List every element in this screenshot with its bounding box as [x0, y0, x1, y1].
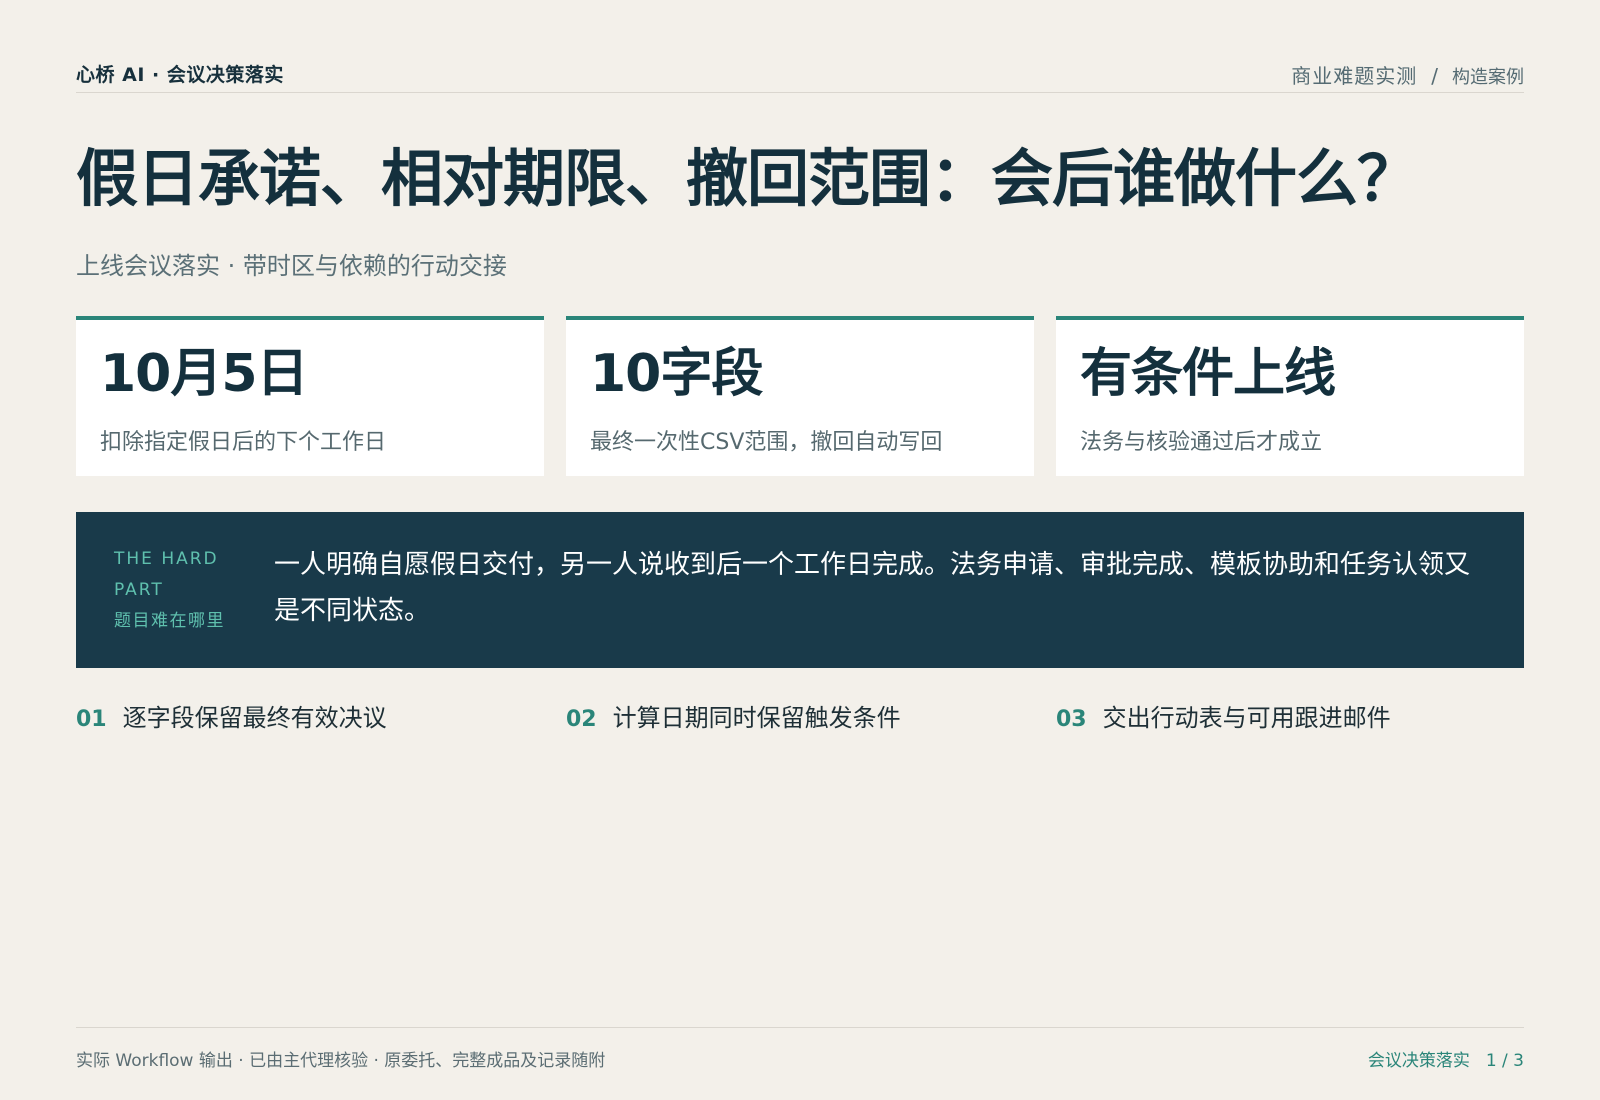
brand-label: 心桥 AI · 会议决策落实: [76, 64, 284, 86]
stat-value: 10字段: [590, 344, 763, 404]
footer-page-info: 会议决策落实 1 / 3: [1368, 1046, 1524, 1071]
hard-part-label: THE HARD PART 题目难在哪里: [114, 544, 242, 637]
step-number: 01: [76, 707, 107, 732]
hard-part-text: 一人明确自愿假日交付，另一人说收到后一个工作日完成。法务申请、审批完成、模板协助…: [274, 550, 1471, 626]
footer: 实际 Workflow 输出 · 已由主代理核验 · 原委托、完整成品及记录随附…: [76, 1027, 1524, 1071]
slide-page: 心桥 AI · 会议决策落实 商业难题实测 / 构造案例 假日承诺、相对期限、撤回范…: [76, 0, 1524, 1100]
breadcrumb-item-case: 构造案例: [1452, 67, 1524, 88]
stat-description: 法务与核验通过后才成立: [1080, 430, 1323, 455]
step-item: 02 计算日期同时保留触发条件: [566, 698, 901, 733]
step-text: 逐字段保留最终有效决议: [122, 704, 387, 732]
step-number: 02: [566, 707, 597, 732]
stat-card-fields: 10字段 最终一次性CSV范围，撤回自动写回: [566, 316, 1034, 476]
step-item: 01 逐字段保留最终有效决议: [76, 698, 387, 733]
footer-section-label: 会议决策落实: [1367, 1051, 1470, 1071]
stat-value: 有条件上线: [1080, 344, 1336, 404]
stat-description: 最终一次性CSV范围，撤回自动写回: [590, 430, 943, 455]
breadcrumb-separator: /: [1431, 64, 1438, 88]
top-bar: 心桥 AI · 会议决策落实 商业难题实测 / 构造案例: [76, 52, 1524, 93]
hard-part-label-en: THE HARD PART: [114, 549, 219, 600]
breadcrumb: 商业难题实测 / 构造案例: [1291, 60, 1524, 89]
step-item: 03 交出行动表与可用跟进邮件: [1056, 698, 1391, 733]
stat-card-launch: 有条件上线 法务与核验通过后才成立: [1056, 316, 1524, 476]
stat-description: 扣除指定假日后的下个工作日: [100, 430, 387, 455]
footer-note: 实际 Workflow 输出 · 已由主代理核验 · 原委托、完整成品及记录随附: [76, 1051, 606, 1071]
hard-part-panel: THE HARD PART 题目难在哪里 一人明确自愿假日交付，另一人说收到后一…: [76, 512, 1524, 668]
page-title: 假日承诺、相对期限、撤回范围：会后谁做什么？: [76, 142, 1419, 215]
page-subtitle: 上线会议落实 · 带时区与依赖的行动交接: [76, 252, 507, 280]
step-text: 计算日期同时保留触发条件: [612, 704, 901, 732]
hard-part-label-cn: 题目难在哪里: [114, 611, 225, 631]
stat-card-date: 10月5日 扣除指定假日后的下个工作日: [76, 316, 544, 476]
step-number: 03: [1056, 707, 1087, 732]
breadcrumb-item-category: 商业难题实测: [1291, 64, 1418, 88]
page-number: 1 / 3: [1485, 1051, 1524, 1071]
step-text: 交出行动表与可用跟进邮件: [1102, 704, 1391, 732]
stat-value: 10月5日: [100, 344, 309, 404]
